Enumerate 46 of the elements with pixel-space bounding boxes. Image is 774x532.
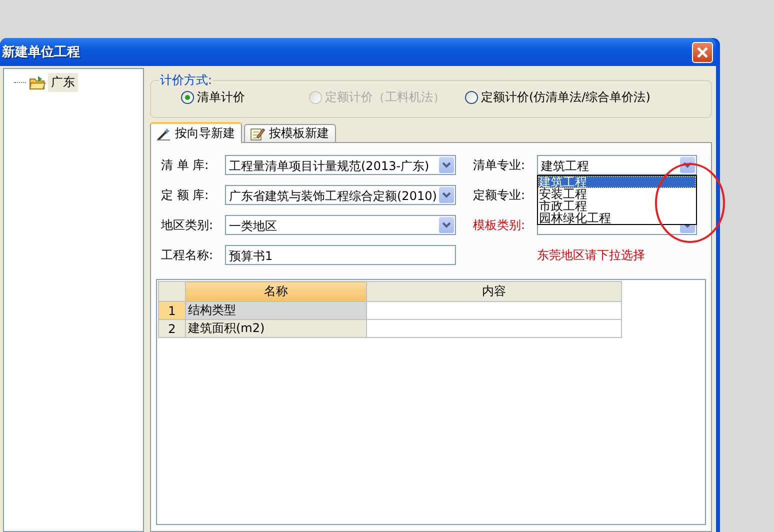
radio-button[interactable] [181,91,194,104]
column-header[interactable]: 内容 [366,282,622,302]
group-label: 计价方式: [159,72,214,89]
close-button[interactable] [692,42,713,62]
chevron-down-icon [442,162,451,168]
table-cell: 建筑面积(m2) [186,320,366,338]
tab[interactable]: 按模板新建 [244,124,336,142]
row-number: 2 [158,320,186,338]
window-title: 新建单位工程 [2,44,80,61]
field-label: 清单专业: [473,157,526,174]
column-header[interactable]: 名称 [186,282,366,302]
radio-option[interactable]: 清单计价 [181,89,309,106]
wand-icon [156,126,171,140]
tree-item[interactable]: 广东 [48,73,78,92]
chevron-down-icon [442,222,451,228]
combo-value: 工程量清单项目计量规范(2013-广东) [229,158,430,175]
input-field[interactable]: 预算书1 [225,245,456,265]
chevron-down-icon [683,162,692,168]
table-cell: 结构类型 [186,302,366,320]
combo-box[interactable]: 工程量清单项目计量规范(2013-广东) [225,155,456,175]
field-label: 清 单 库: [161,157,210,174]
folder-icon [29,75,46,90]
dropdown-item[interactable]: 建筑工程 [538,176,696,188]
field-label: 定 额 库: [161,187,210,204]
field-label: 模板类别: [473,217,526,234]
combo-box[interactable]: 建筑工程 [537,155,697,175]
radio-option[interactable]: 定额计价(仿清单法/综合单价法) [465,89,650,106]
chevron-down-icon [442,192,451,198]
radio-button[interactable] [465,91,478,104]
combo-value: 广东省建筑与装饰工程综合定额(2010) [229,188,437,205]
combo-value: 建筑工程 [541,158,589,175]
dropdown-item[interactable]: 市政工程 [538,200,696,212]
dropdown-item[interactable]: 安装工程 [538,188,696,200]
field-label: 定额专业: [473,187,526,204]
combo-box[interactable]: 广东省建筑与装饰工程综合定额(2010) [225,185,456,205]
field-label: 工程名称: [161,247,214,264]
field-label: 地区类别: [161,217,214,234]
row-number: 1 [158,302,186,320]
close-icon [696,46,709,58]
chevron-down-icon [683,222,692,228]
tab[interactable]: 按向导新建 [150,122,242,143]
combo-value: 一类地区 [229,218,277,235]
notepad-pencil-icon [250,126,265,140]
hint-text: 东莞地区请下拉选择 [537,247,646,264]
dropdown-item[interactable]: 园林绿化工程 [538,212,696,224]
combo-box[interactable]: 一类地区 [225,215,456,235]
